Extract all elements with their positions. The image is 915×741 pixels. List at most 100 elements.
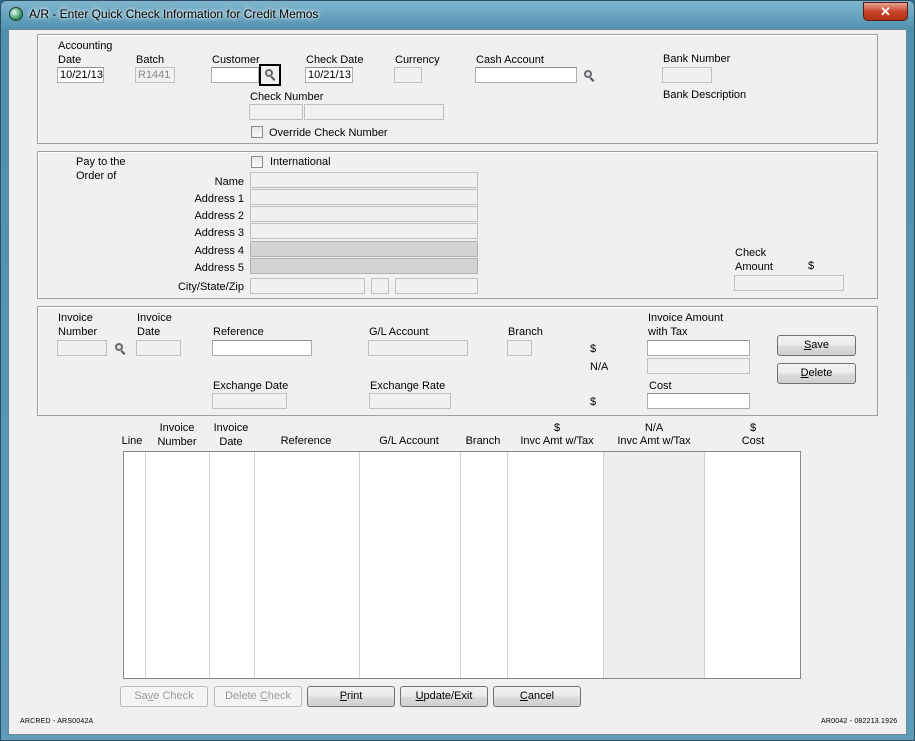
grid-column-line [124, 452, 146, 678]
invoice-number-field [57, 340, 107, 356]
main-window: A/R - Enter Quick Check Information for … [0, 0, 915, 741]
city-field [250, 278, 365, 294]
address4-label: Address 4 [194, 245, 244, 257]
form-client-area: Accounting Date 10/21/13 Batch R1441 Cus… [8, 29, 907, 735]
international-label[interactable]: International [270, 156, 331, 169]
grid-column-invc-amt [508, 452, 604, 678]
address2-field [250, 206, 478, 222]
name-field [250, 172, 478, 188]
check-amount-label-line1: Check [735, 247, 767, 259]
grid-header-invoice-number[interactable]: Number [145, 436, 209, 449]
bank-description-label: Bank Description [663, 89, 747, 101]
batch-field: R1441 [135, 67, 175, 83]
check-amount-field [734, 275, 844, 291]
delete-line-button[interactable]: Delete [777, 363, 856, 384]
grid-header-branch[interactable]: Branch [460, 435, 506, 448]
invoice-lines-grid[interactable] [123, 451, 801, 679]
reference-field[interactable] [212, 340, 312, 356]
batch-label: Batch [136, 54, 165, 66]
zip-field [395, 278, 478, 294]
cost-field[interactable] [647, 393, 750, 409]
override-check-number-label[interactable]: Override Check Number [269, 127, 388, 140]
invoice-amount-field[interactable] [647, 340, 750, 356]
invoice-amount-label-line1: Invoice Amount [648, 312, 724, 324]
name-label: Name [214, 176, 244, 188]
cancel-button[interactable]: Cancel [493, 686, 581, 707]
cash-account-label[interactable]: Cash Account [476, 54, 544, 67]
check-number-prefix-field [249, 104, 303, 120]
customer-lookup-button[interactable] [259, 64, 281, 86]
grid-header-gl-account[interactable]: G/L Account [359, 435, 459, 448]
invoice-amount-currency: $ [590, 343, 597, 355]
invoice-number-label-line2: Number [58, 326, 98, 338]
state-field [371, 278, 389, 294]
cost-currency: $ [590, 396, 597, 408]
na-amount-field [647, 358, 750, 374]
grid-header-na-invc-amt-currency: N/A [644, 422, 664, 434]
gl-account-field [368, 340, 468, 356]
exchange-date-field [212, 393, 287, 409]
invoice-amount-label-line2: with Tax [648, 326, 688, 338]
grid-header-na-invc-amt[interactable]: Invc Amt w/Tax [604, 435, 704, 448]
grid-header-invc-amt-currency: $ [553, 422, 561, 434]
currency-field [394, 67, 422, 83]
currency-label: Currency [395, 54, 440, 66]
na-amount-label: N/A [590, 361, 609, 373]
pay-to-label-line1: Pay to the [76, 156, 126, 168]
invoice-date-label-line2: Date [137, 326, 161, 338]
save-check-button[interactable]: Save Check [120, 686, 208, 707]
grid-header-cost[interactable]: Cost [705, 435, 801, 448]
form-id-left: ARCRED - ARS0042A [20, 718, 94, 725]
grid-header-reference[interactable]: Reference [254, 435, 358, 448]
check-date-field[interactable]: 10/21/13 [305, 67, 353, 83]
magnifier-icon [264, 69, 276, 81]
grid-header-cost-currency: $ [749, 422, 757, 434]
international-checkbox[interactable] [251, 156, 263, 168]
invoice-date-label-line1: Invoice [137, 312, 172, 324]
invoice-number-label-line1: Invoice [58, 312, 93, 324]
grid-column-gl-account [360, 452, 461, 678]
cost-label: Cost [649, 380, 672, 392]
customer-label[interactable]: Customer [212, 54, 260, 67]
close-button[interactable]: ✕ [863, 2, 908, 21]
check-amount-label-line2: Amount [735, 261, 773, 273]
check-number-field [304, 104, 444, 120]
grid-header-invoice-date-top: Invoice [213, 422, 249, 434]
accounting-date-field[interactable]: 10/21/13 [57, 67, 104, 83]
reference-label: Reference [213, 326, 264, 338]
branch-label: Branch [508, 326, 543, 338]
grid-header-invc-amt[interactable]: Invc Amt w/Tax [507, 435, 607, 448]
override-check-number-checkbox[interactable] [251, 126, 263, 138]
address4-field [250, 241, 478, 257]
grid-column-invoice-number [146, 452, 210, 678]
address3-label: Address 3 [194, 227, 244, 239]
bank-number-label: Bank Number [663, 53, 731, 65]
exchange-rate-field [369, 393, 451, 409]
check-amount-currency: $ [808, 260, 815, 272]
invoice-lookup-icon[interactable] [114, 343, 126, 355]
accounting-date-label-line2: Date [58, 54, 82, 66]
address1-label: Address 1 [194, 193, 244, 205]
exchange-date-label: Exchange Date [213, 380, 289, 392]
cash-account-field[interactable] [475, 67, 577, 83]
invoice-entry-group: Invoice Number Invoice Date Reference G/… [37, 306, 878, 416]
invoice-date-field [136, 340, 181, 356]
grid-header-invoice-date[interactable]: Date [209, 436, 253, 449]
save-line-button[interactable]: Save [777, 335, 856, 356]
form-id-right: AR0042 - 082213.1926 [821, 718, 898, 725]
address3-field [250, 223, 478, 239]
delete-check-button[interactable]: Delete Check [214, 686, 302, 707]
check-number-label: Check Number [250, 91, 324, 103]
title-bar[interactable]: A/R - Enter Quick Check Information for … [1, 1, 914, 29]
grid-column-na-invc-amt [604, 452, 705, 678]
grid-column-cost [705, 452, 800, 678]
update-exit-button[interactable]: Update/Exit [400, 686, 488, 707]
header-group: Accounting Date 10/21/13 Batch R1441 Cus… [37, 34, 878, 144]
customer-field[interactable] [211, 67, 259, 83]
address5-field [250, 258, 478, 274]
print-button[interactable]: Print [307, 686, 395, 707]
grid-header-line[interactable]: Line [121, 435, 143, 448]
address5-label: Address 5 [194, 262, 244, 274]
payee-group: Pay to the Order of International Name A… [37, 151, 878, 299]
cash-account-lookup-icon[interactable] [583, 70, 595, 82]
